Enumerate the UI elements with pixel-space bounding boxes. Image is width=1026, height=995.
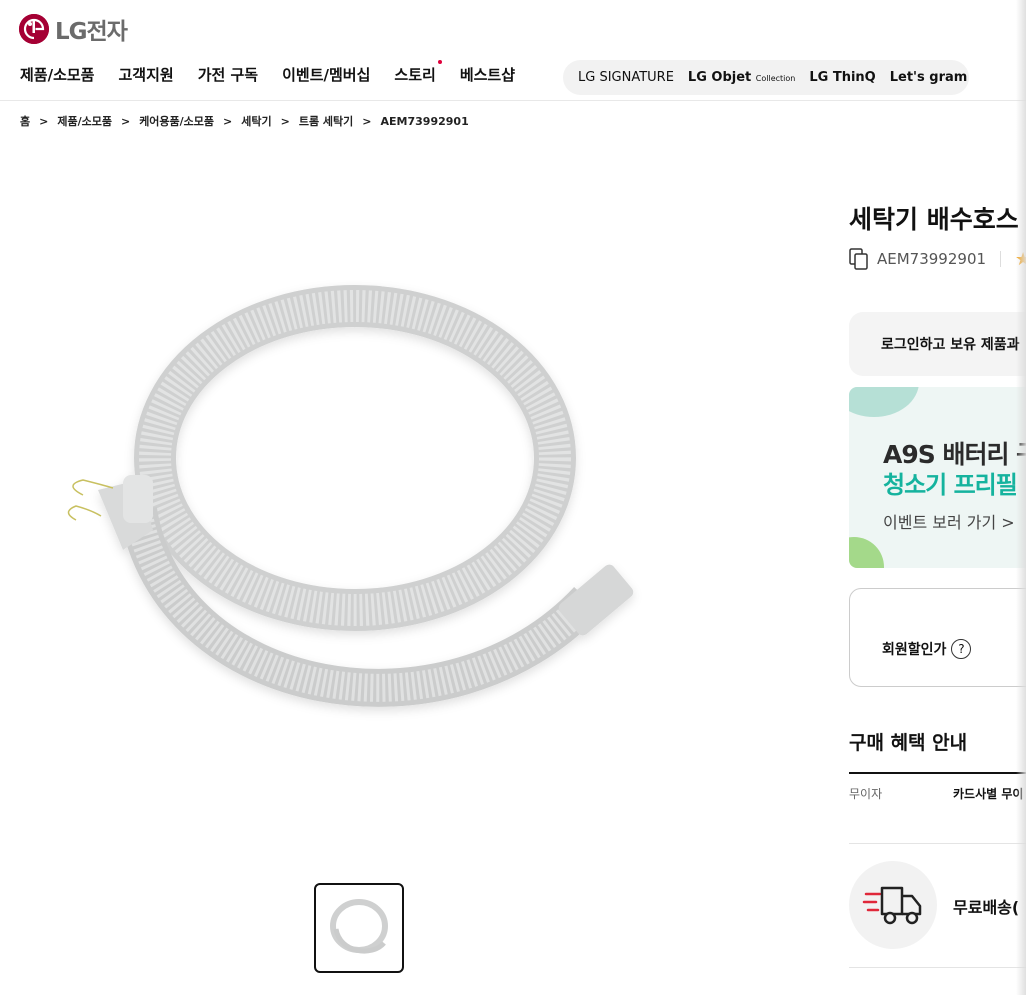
banner-event-link[interactable]: 이벤트 보러 가기 >	[883, 509, 1015, 533]
benefit-section-title: 구매 혜택 안내	[849, 732, 968, 754]
nav-item-products[interactable]: 제품/소모품	[20, 64, 94, 85]
benefit-divider	[849, 772, 1026, 774]
chevron-right-icon: >	[120, 114, 131, 128]
banner-decoration	[849, 387, 919, 417]
truck-icon	[862, 886, 922, 925]
price-box: 회원할인가 ?	[849, 588, 1026, 687]
product-thumbnail[interactable]	[314, 883, 404, 973]
help-icon[interactable]: ?	[951, 639, 972, 659]
copy-icon[interactable]	[849, 248, 869, 270]
benefit-row-label: 무이자	[849, 787, 883, 801]
free-delivery-label: 무료배송(	[953, 898, 1020, 917]
scroll-edge-shadow	[1016, 0, 1026, 995]
event-banner[interactable]: A9S 배터리 구 청소기 프리필 이벤트 보러 가기 >	[849, 387, 1026, 568]
lg-logo-icon	[19, 14, 49, 44]
lg-logo[interactable]: LG전자	[19, 12, 128, 46]
product-title: 세탁기 배수호스	[849, 205, 1019, 234]
delivery-divider	[849, 967, 1026, 968]
nav-item-events[interactable]: 이벤트/멤버십	[282, 64, 370, 85]
breadcrumb-care[interactable]: 케어용품/소모품	[139, 113, 214, 129]
header-divider	[0, 100, 1026, 101]
login-prompt-text: 로그인하고 보유 제품과	[881, 337, 1020, 353]
brand-links: LG SIGNATURE LG Objet Collection LG Thin…	[563, 60, 969, 95]
breadcrumb-products[interactable]: 제품/소모품	[57, 113, 112, 129]
login-prompt-box[interactable]: 로그인하고 보유 제품과	[849, 312, 1026, 376]
breadcrumb-home[interactable]: 홈	[20, 113, 30, 129]
breadcrumb-tromm[interactable]: 트롬 세탁기	[299, 113, 353, 129]
main-nav: 제품/소모품 고객지원 가전 구독 이벤트/멤버십 스토리 베스트샵	[20, 60, 539, 85]
nav-item-story-label: 스토리	[394, 66, 436, 84]
benefit-row-value: 카드사별 무이	[953, 787, 1024, 801]
brand-link-gram[interactable]: Let's gram	[890, 70, 968, 85]
breadcrumb: 홈 > 제품/소모품 > 케어용품/소모품 > 세탁기 > 트롬 세탁기 > A…	[20, 113, 469, 129]
member-discount-label: 회원할인가	[882, 642, 947, 658]
brand-objet-label: LG Objet	[687, 70, 752, 85]
nav-item-bestshop[interactable]: 베스트샵	[460, 64, 515, 85]
brand-link-objet[interactable]: LG Objet Collection	[688, 70, 795, 85]
chevron-right-icon: >	[39, 114, 49, 128]
breadcrumb-current: AEM73992901	[380, 114, 469, 128]
model-divider	[1000, 251, 1002, 267]
delivery-icon-wrapper	[849, 861, 937, 949]
chevron-right-icon: >	[362, 114, 372, 128]
brand-link-signature[interactable]: LG SIGNATURE	[578, 70, 674, 85]
model-row: AEM73992901 ★	[849, 248, 1026, 270]
product-image	[28, 280, 668, 800]
chevron-right-icon: >	[223, 114, 233, 128]
nav-item-story[interactable]: 스토리	[394, 60, 442, 85]
logo-text: LG전자	[55, 19, 128, 45]
model-number: AEM73992901	[877, 250, 987, 268]
chevron-right-icon: >	[280, 114, 290, 128]
benefit-row-divider	[849, 843, 1026, 844]
nav-item-subscription[interactable]: 가전 구독	[198, 64, 258, 85]
new-dot-indicator	[437, 60, 442, 64]
brand-link-thinq[interactable]: LG ThinQ	[809, 70, 875, 85]
member-discount: 회원할인가 ?	[882, 639, 972, 659]
nav-item-support[interactable]: 고객지원	[118, 64, 173, 85]
banner-decoration	[849, 537, 884, 568]
brand-signature-label: LG SIGNATURE	[578, 70, 674, 85]
brand-objet-sub: Collection	[755, 74, 796, 83]
banner-subheadline: 청소기 프리필	[883, 471, 1018, 499]
breadcrumb-washer[interactable]: 세탁기	[241, 113, 271, 129]
